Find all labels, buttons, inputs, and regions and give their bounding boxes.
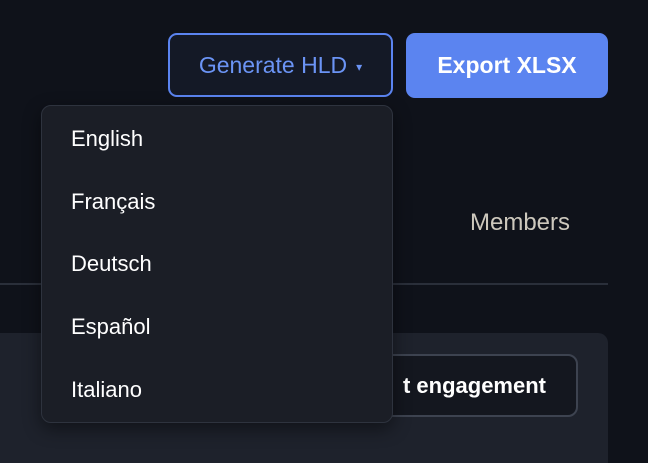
export-xlsx-label: Export XLSX [437,52,577,78]
menu-item-italiano[interactable]: Italiano [42,363,392,417]
engagement-label: t engagement [402,372,546,398]
menu-item-francais[interactable]: Français [42,175,392,229]
generate-hld-button[interactable]: Generate HLD ▾ [168,33,393,97]
language-dropdown-menu: English Français Deutsch Español Italian… [41,105,393,423]
caret-down-icon: ▾ [356,59,363,74]
menu-item-english[interactable]: English [42,112,392,166]
menu-item-deutsch[interactable]: Deutsch [42,237,392,291]
generate-hld-label: Generate HLD [198,51,348,78]
tab-members[interactable]: Members [470,209,570,237]
export-xlsx-button[interactable]: Export XLSX [406,33,608,98]
menu-item-espanol[interactable]: Español [42,300,392,354]
